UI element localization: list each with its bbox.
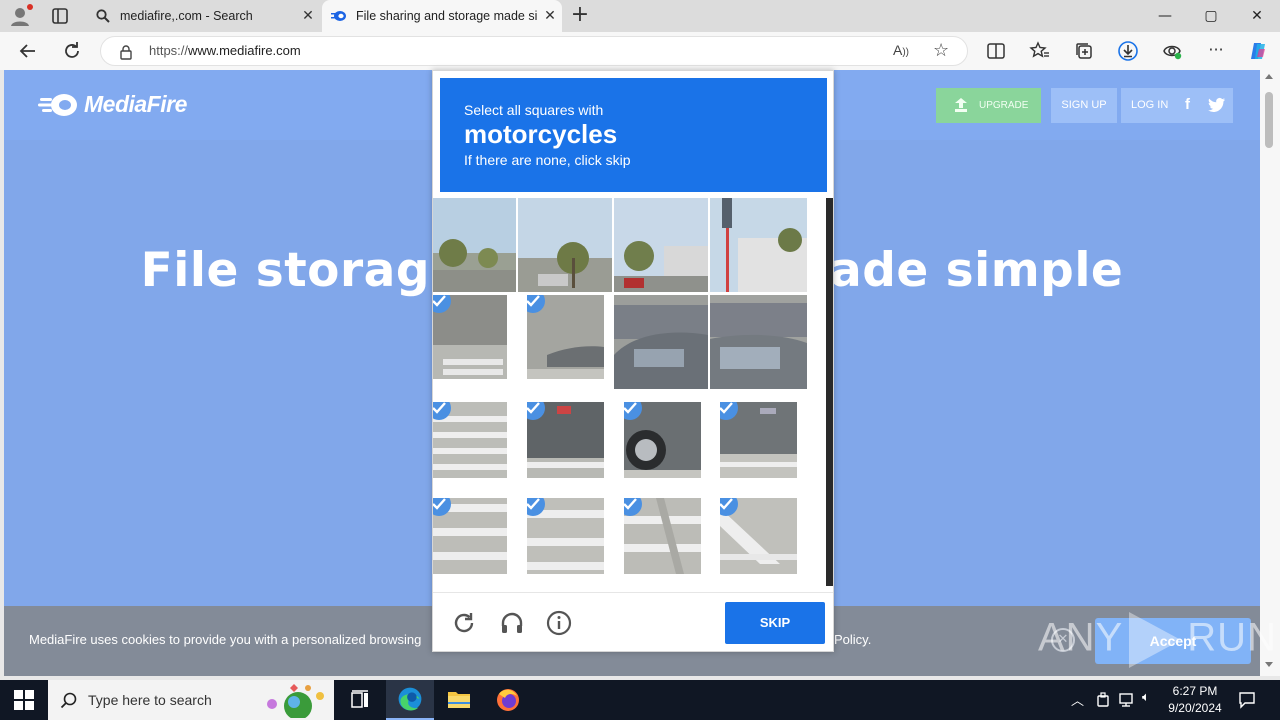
captcha-skip-hint: If there are none, click skip — [464, 152, 631, 168]
address-bar[interactable]: https://www.mediafire.com A)) ☆ — [100, 36, 968, 66]
captcha-tile[interactable] — [614, 295, 708, 389]
show-hidden-icons-icon[interactable]: ︿ — [1071, 690, 1084, 709]
copilot-icon[interactable] — [1247, 40, 1269, 62]
captcha-tile[interactable] — [518, 198, 612, 292]
captcha-image-edge — [826, 198, 833, 586]
maximize-button[interactable]: ▢ — [1188, 0, 1234, 32]
search-icon — [96, 9, 110, 23]
captcha-footer: SKIP — [433, 592, 833, 651]
usb-device-icon[interactable] — [1096, 692, 1110, 708]
edge-browser-icon[interactable] — [386, 680, 434, 720]
notifications-icon[interactable] — [1238, 691, 1256, 709]
play-icon — [1129, 612, 1182, 668]
volume-icon[interactable]: 🔈︎ — [1142, 690, 1150, 705]
tab-title: mediafire,.com - Search — [120, 9, 253, 23]
captcha-instruction-line: Select all squares with — [464, 102, 604, 118]
captcha-tile[interactable] — [710, 295, 807, 389]
captcha-tile-selected[interactable] — [527, 402, 604, 478]
collections-icon[interactable] — [1073, 40, 1095, 62]
anyrun-watermark: ANY RUN — [1038, 612, 1277, 668]
windows-start-icon[interactable] — [14, 690, 34, 710]
taskbar-search-box[interactable]: Type here to search — [48, 680, 334, 720]
search-highlight-icon — [267, 684, 324, 718]
mediafire-favicon-icon — [331, 11, 346, 21]
favorites-icon[interactable] — [1029, 40, 1051, 62]
taskbar-clock[interactable]: 6:27 PM 9/20/2024 — [1162, 683, 1228, 717]
browser-essentials-icon[interactable] — [1161, 40, 1183, 62]
close-window-button[interactable]: ✕ — [1234, 0, 1280, 32]
captcha-tile-selected[interactable] — [720, 402, 797, 478]
task-view-icon[interactable] — [336, 680, 384, 720]
captcha-instructions: Select all squares with motorcycles If t… — [440, 78, 827, 192]
tab-title: File sharing and storage made si — [356, 9, 538, 23]
search-icon — [60, 692, 77, 709]
scroll-thumb[interactable] — [1265, 92, 1273, 148]
captcha-tile[interactable] — [433, 198, 516, 292]
captcha-challenge: Select all squares with motorcycles If t… — [432, 70, 834, 652]
captcha-tile-selected[interactable] — [527, 498, 604, 574]
windows-taskbar: Type here to search ︿ 🔈︎ 6:27 PM 9/20/20… — [0, 680, 1280, 720]
browser-tab-bar: mediafire,.com - Search ✕ File sharing a… — [0, 0, 1280, 32]
split-screen-icon[interactable] — [985, 40, 1007, 62]
captcha-tile-selected[interactable] — [624, 402, 701, 478]
tab-close-icon[interactable]: ✕ — [538, 8, 562, 24]
new-tab-button[interactable]: + — [568, 4, 592, 28]
file-explorer-icon[interactable] — [435, 680, 483, 720]
captcha-image-grid — [433, 198, 828, 586]
url-text[interactable]: https://www.mediafire.com — [149, 43, 301, 58]
minimize-button[interactable]: — — [1142, 0, 1188, 32]
tab-actions-icon[interactable] — [51, 7, 69, 25]
captcha-tile-selected[interactable] — [433, 402, 507, 478]
info-icon[interactable] — [546, 610, 572, 636]
captcha-tile-selected[interactable] — [720, 498, 797, 574]
back-arrow-icon[interactable] — [16, 39, 40, 63]
captcha-tile-selected[interactable] — [527, 295, 604, 379]
reload-challenge-icon[interactable] — [451, 610, 477, 636]
browser-toolbar: https://www.mediafire.com A)) ☆ ··· — [0, 32, 1280, 70]
downloads-icon[interactable] — [1117, 40, 1139, 62]
lock-icon[interactable] — [119, 44, 133, 60]
captcha-tile-selected[interactable] — [433, 295, 507, 379]
more-options-icon[interactable]: ··· — [1205, 40, 1227, 62]
tab-mediafire[interactable]: File sharing and storage made si ✕ — [322, 0, 562, 32]
read-aloud-icon[interactable]: A)) — [893, 42, 909, 58]
captcha-tile[interactable] — [710, 198, 807, 292]
scroll-up-icon[interactable] — [1265, 74, 1273, 79]
audio-challenge-icon[interactable] — [499, 610, 525, 636]
captcha-tile-selected[interactable] — [624, 498, 701, 574]
network-icon[interactable] — [1118, 692, 1136, 708]
search-placeholder: Type here to search — [88, 692, 212, 708]
page-scrollbar[interactable] — [1260, 70, 1280, 676]
refresh-icon[interactable] — [60, 39, 84, 63]
captcha-tile-selected[interactable] — [433, 498, 507, 574]
tab-search[interactable]: mediafire,.com - Search ✕ — [86, 0, 320, 32]
skip-button[interactable]: SKIP — [725, 602, 825, 644]
captcha-target-object: motorcycles — [464, 119, 618, 149]
firefox-icon[interactable] — [484, 680, 532, 720]
notification-dot-icon — [27, 4, 33, 10]
favorite-star-icon[interactable]: ☆ — [933, 40, 949, 61]
captcha-tile[interactable] — [614, 198, 708, 292]
tab-close-icon[interactable]: ✕ — [296, 8, 320, 24]
